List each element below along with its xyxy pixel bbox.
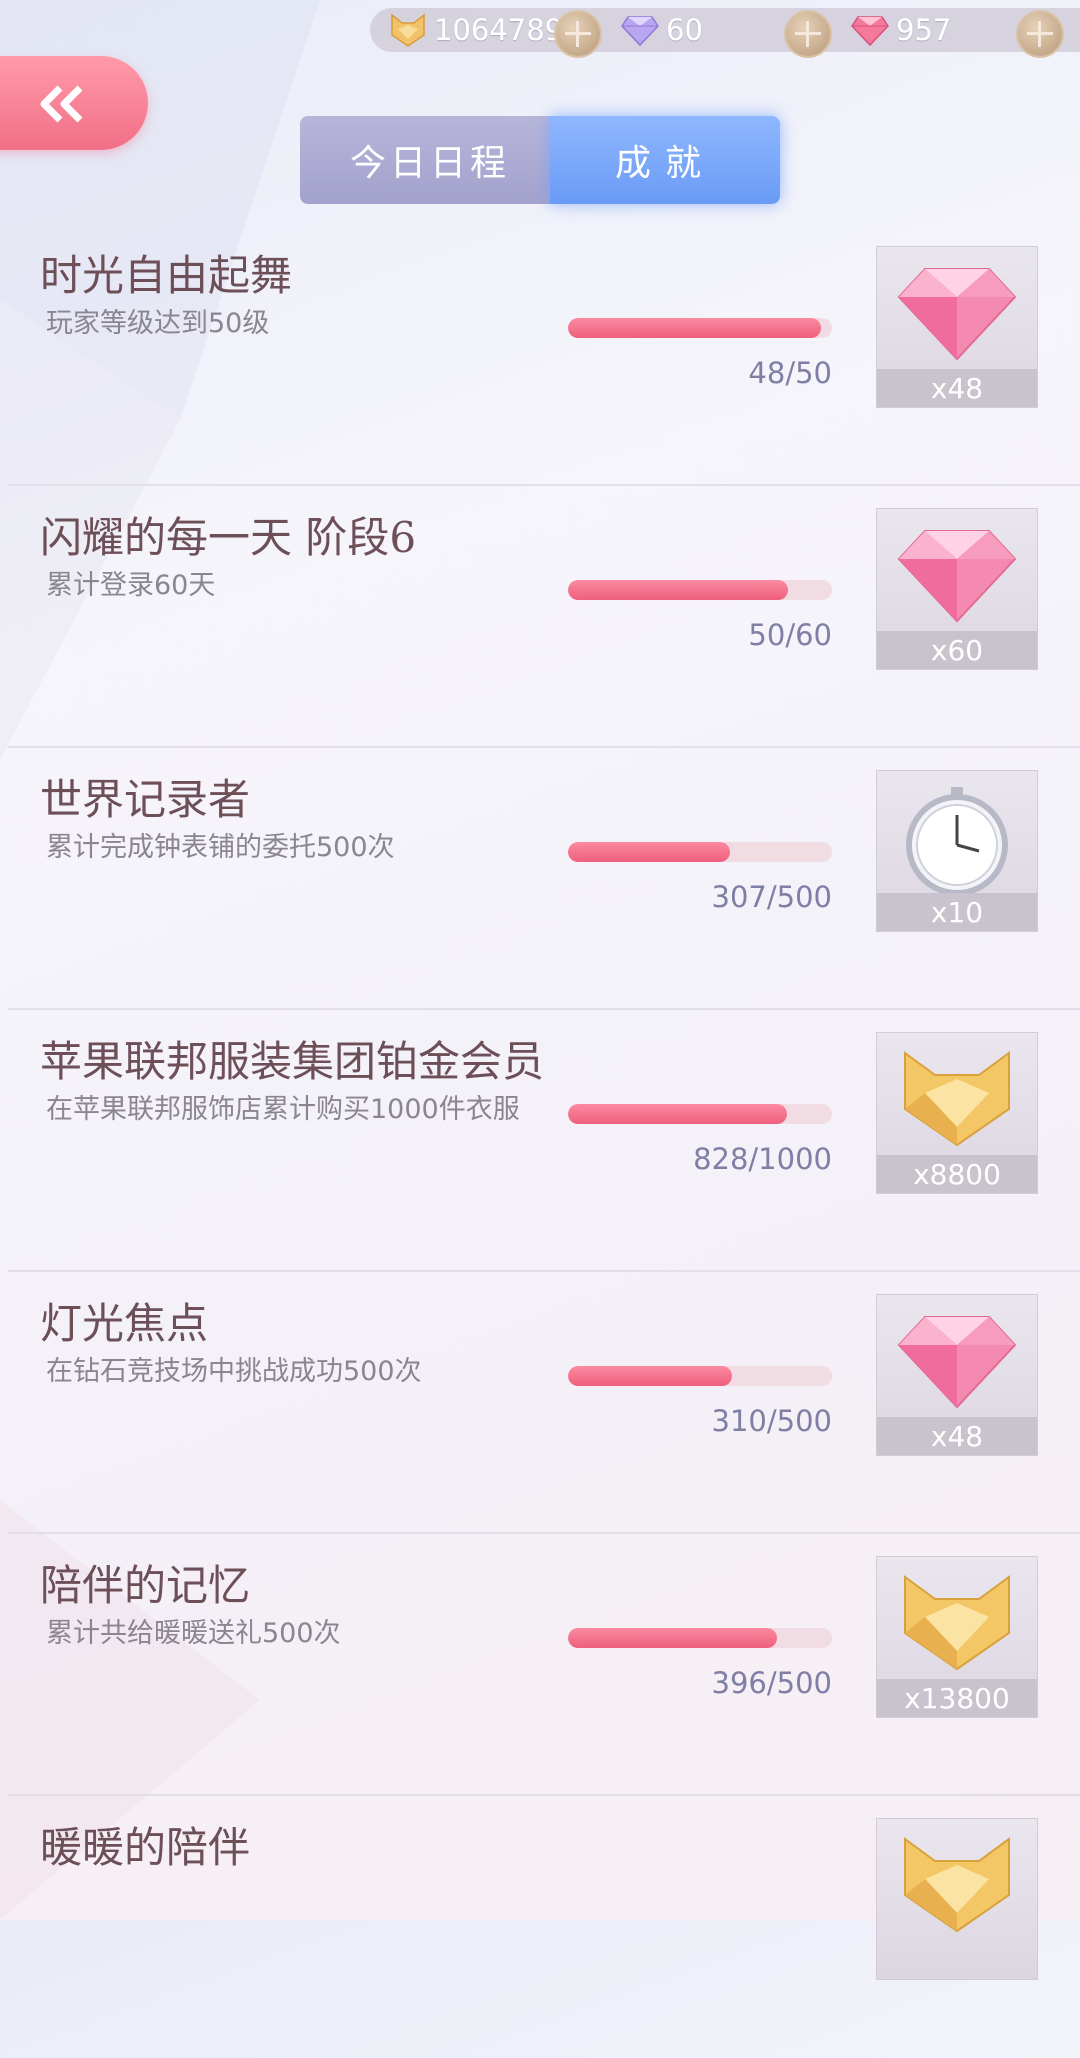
achievement-row: 闪耀的每一天 阶段6 累计登录60天 50/60 x60 [0, 486, 1080, 748]
achievement-row: 暖暖的陪伴 [0, 1796, 1080, 2058]
achievement-title: 灯光焦点 [40, 1299, 209, 1348]
gold-coin-icon [904, 1051, 1010, 1147]
achievement-title: 暖暖的陪伴 [40, 1823, 251, 1872]
reward-count: x13800 [877, 1679, 1037, 1717]
progress-bar-fill [568, 842, 731, 862]
achievement-row: 灯光焦点在钻石竞技场中挑战成功500次 310/500 x48 [0, 1272, 1080, 1534]
achievement-title: 世界记录者 [40, 775, 251, 824]
reward-box[interactable]: x8800 [876, 1032, 1038, 1194]
reward-box[interactable]: x13800 [876, 1556, 1038, 1718]
add-gold-button[interactable] [556, 12, 600, 56]
add-diamond-button[interactable] [786, 12, 830, 56]
add-gem-button[interactable] [1018, 12, 1062, 56]
progress-bar-fill [568, 1366, 732, 1386]
achievement-row: 苹果联邦服装集团铂金会员在苹果联邦服饰店累计购买1000件衣服 828/1000 x… [0, 1010, 1080, 1272]
gold-amount: 1064789 [434, 13, 564, 47]
achievement-description: 累计完成钟表铺的委托500次 [46, 832, 395, 863]
pocket-watch-icon [906, 787, 1008, 895]
progress-text: 828/1000 [693, 1142, 832, 1176]
tab-today-schedule[interactable]: 今日日程 [300, 116, 560, 204]
progress-bar [568, 842, 832, 862]
gem-amount: 957 [896, 13, 952, 47]
progress-bar [568, 318, 832, 338]
progress-text: 50/60 [748, 618, 832, 652]
progress-bar-fill [568, 580, 788, 600]
reward-count: x48 [877, 1417, 1037, 1455]
achievement-title: 苹果联邦服装集团铂金会员 [40, 1037, 545, 1086]
pink-diamond-icon [897, 268, 1017, 361]
achievement-row: 世界记录者累计完成钟表铺的委托500次 307/500 x10 [0, 748, 1080, 1010]
progress-bar [568, 1628, 832, 1648]
reward-box[interactable]: x48 [876, 246, 1038, 408]
reward-box[interactable]: x10 [876, 770, 1038, 932]
achievement-description: 在苹果联邦服饰店累计购买1000件衣服 [46, 1094, 520, 1125]
progress-bar-fill [568, 1628, 778, 1648]
reward-count: x8800 [877, 1155, 1037, 1193]
back-button[interactable] [0, 56, 148, 150]
reward-count: x48 [877, 369, 1037, 407]
pink-gem-icon [851, 16, 889, 47]
diamond-currency: 60 [620, 8, 703, 52]
achievement-row: 时光自由起舞玩家等级达到50级 48/50 x48 [0, 224, 1080, 486]
gold-coin-icon [391, 13, 425, 47]
tab-achievements[interactable]: 成就 [550, 116, 780, 204]
achievement-description: 累计登录60天 [46, 570, 216, 601]
achievement-description: 在钻石竞技场中挑战成功500次 [46, 1356, 422, 1387]
progress-bar [568, 1104, 832, 1124]
achievement-title: 时光自由起舞 [40, 251, 293, 300]
progress-bar-fill [568, 1104, 787, 1124]
progress-bar [568, 1366, 832, 1386]
progress-text: 396/500 [711, 1666, 832, 1700]
tab-bar: 今日日程 成就 [300, 116, 780, 204]
double-chevron-left-icon [40, 85, 83, 123]
gold-coin-icon [904, 1837, 1010, 1933]
reward-box[interactable] [876, 1818, 1038, 1980]
gem-currency: 957 [850, 8, 951, 52]
pink-diamond-icon [897, 530, 1017, 623]
gold-currency: 1064789 [388, 8, 563, 52]
progress-text: 307/500 [711, 880, 832, 914]
reward-box[interactable]: x48 [876, 1294, 1038, 1456]
progress-text: 310/500 [711, 1404, 832, 1438]
purple-diamond-icon [621, 16, 659, 47]
currency-bar: 1064789 60 957 [370, 8, 1080, 56]
achievement-title: 闪耀的每一天 阶段6 [40, 513, 417, 562]
gold-coin-icon [904, 1575, 1010, 1671]
pink-diamond-icon [897, 1316, 1017, 1409]
reward-box[interactable]: x60 [876, 508, 1038, 670]
achievement-title: 陪伴的记忆 [40, 1561, 251, 1610]
progress-bar [568, 580, 832, 600]
diamond-amount: 60 [666, 13, 703, 47]
achievement-description: 累计共给暖暖送礼500次 [46, 1618, 341, 1649]
reward-count: x60 [877, 631, 1037, 669]
achievement-row: 陪伴的记忆累计共给暖暖送礼500次 396/500 x13800 [0, 1534, 1080, 1796]
progress-bar-fill [568, 318, 822, 338]
achievement-description: 玩家等级达到50级 [46, 308, 270, 339]
progress-text: 48/50 [748, 356, 832, 390]
reward-count: x10 [877, 893, 1037, 931]
